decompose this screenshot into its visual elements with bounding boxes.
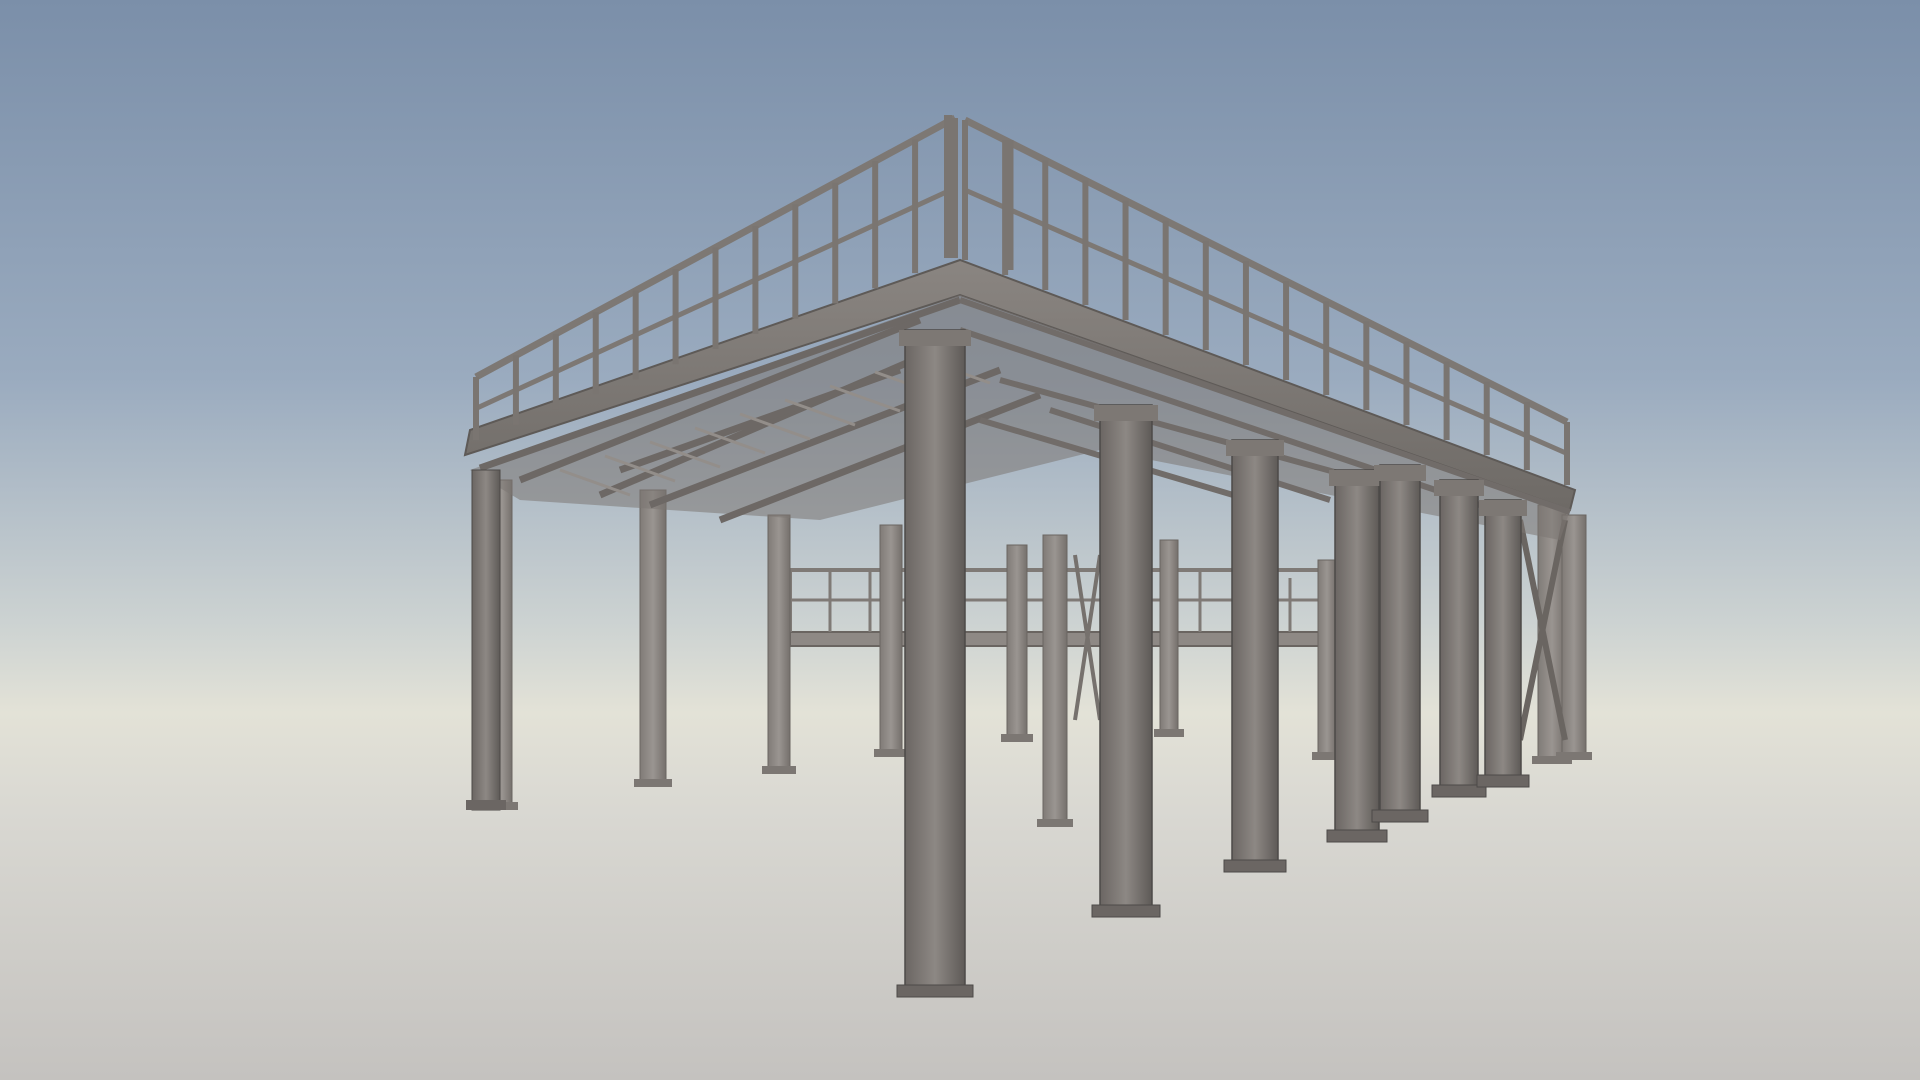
column-base-plate [1001,734,1033,742]
scene-canvas [0,0,1920,1080]
steel-column [1159,539,1179,736]
column-base-plate [1326,829,1388,843]
column-base-plate [874,749,908,757]
column-base-plate [634,779,672,787]
column-cap [1094,405,1158,421]
steel-column [1006,544,1028,741]
column-cap [1479,500,1527,516]
steel-column [1439,479,1479,796]
steel-column [879,524,903,756]
column-base-plate [1154,729,1184,737]
column-cap [1226,440,1284,456]
column-base-plate [1371,809,1429,823]
column-base-plate [762,766,796,774]
steel-column [1334,469,1380,841]
steel-column [1231,439,1279,871]
column-cap [899,330,971,346]
steel-column [904,329,966,996]
steel-column [1099,404,1153,916]
column-base-plate [1223,859,1287,873]
steel-column [1379,464,1421,821]
steel-column [1561,514,1587,759]
steel-column [1317,559,1337,759]
steel-column [471,469,501,811]
column-cap [1374,465,1426,481]
column-base-plate [1556,752,1592,760]
column-base-plate [1037,819,1073,827]
column-base-plate [1476,774,1530,788]
steel-column [767,514,791,773]
viewport-3d-scene[interactable] [0,0,1920,1080]
column-cap [1434,480,1484,496]
column-base-plate [896,984,974,998]
column-base-plate [466,800,506,810]
steel-column [1042,534,1068,826]
column-base-plate [1091,904,1161,918]
steel-column [639,489,667,786]
steel-column [1484,499,1522,786]
